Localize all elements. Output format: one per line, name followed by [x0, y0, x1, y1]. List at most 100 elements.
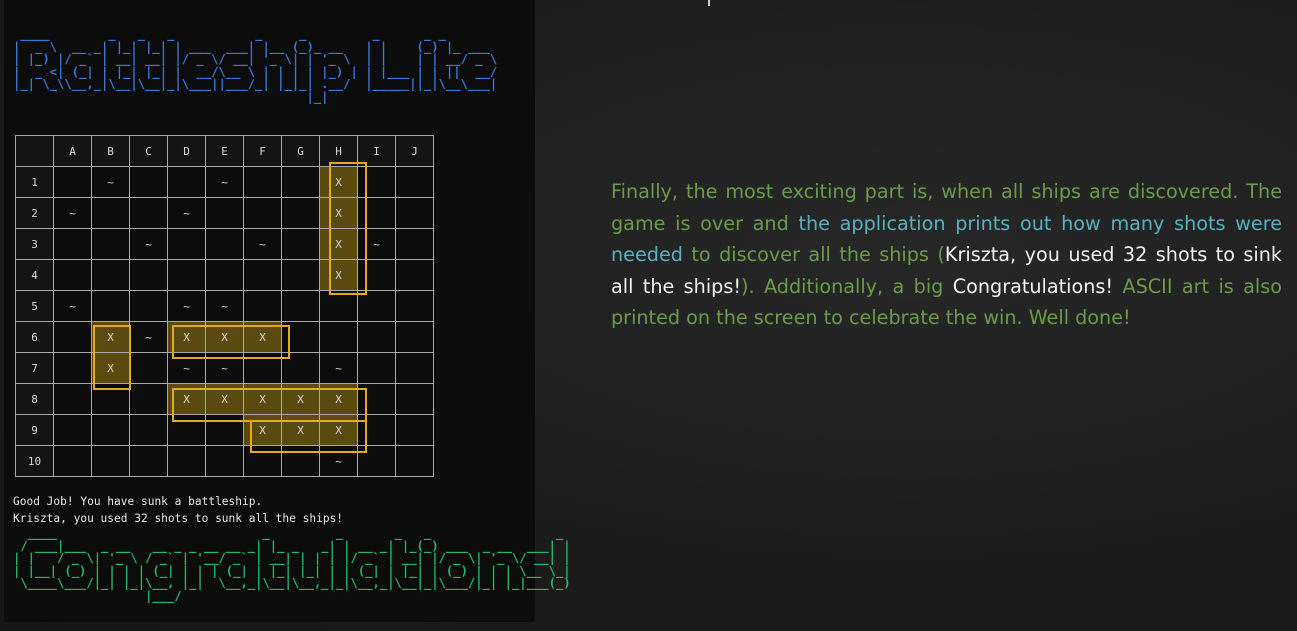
board-cell-hit: X [91, 352, 130, 384]
board-cell [357, 290, 396, 322]
board-cell [53, 445, 92, 477]
row-header: 10 [15, 445, 54, 477]
board-cell [129, 290, 168, 322]
board-cell [281, 445, 320, 477]
board-cell-hit: X [319, 197, 358, 229]
board-cell-miss: ~ [319, 445, 358, 477]
board-cell [205, 259, 244, 291]
board-cell-miss: ~ [53, 290, 92, 322]
board-cell [53, 166, 92, 198]
board-cell-miss: ~ [205, 352, 244, 384]
board-cell [129, 166, 168, 198]
board-cell [167, 259, 206, 291]
column-header: F [243, 135, 282, 167]
board-cell-hit: X [319, 228, 358, 260]
board-cell [91, 414, 130, 446]
board-cell [395, 228, 434, 260]
board-row: 6 X ~ X X X [15, 321, 434, 353]
board-cell [357, 321, 396, 353]
column-header: C [129, 135, 168, 167]
board-row: 9XXX [15, 414, 434, 446]
column-header: D [167, 135, 206, 167]
column-header: I [357, 135, 396, 167]
board-cell-miss: ~ [91, 166, 130, 198]
board-row: 10 ~ [15, 445, 434, 477]
board-cell-hit: X [319, 414, 358, 446]
board-cell [395, 352, 434, 384]
slide-title-fragment [708, 0, 710, 6]
congratulations-ascii-art: ____ _ _ _ _ _ / ___|___ _ __ __ _ _ __ … [13, 526, 571, 603]
board-cell [357, 166, 396, 198]
board-cell [395, 259, 434, 291]
board-cell [205, 445, 244, 477]
desc-part-5: ). Additionally, a big [741, 274, 953, 298]
row-header: 9 [15, 414, 54, 446]
board-cell [357, 414, 396, 446]
board-cell [281, 197, 320, 229]
board-cell [205, 228, 244, 260]
board-cell [281, 321, 320, 353]
row-header: 3 [15, 228, 54, 260]
board-cell [243, 166, 282, 198]
column-header: H [319, 135, 358, 167]
board-cell [357, 383, 396, 415]
board-cell [395, 166, 434, 198]
board-cell [281, 352, 320, 384]
board-cell [91, 445, 130, 477]
board-cell [395, 383, 434, 415]
board-cell-miss: ~ [167, 352, 206, 384]
board-cell [243, 445, 282, 477]
console-messages: Good Job! You have sunk a battleship. Kr… [13, 493, 343, 527]
board-cell [129, 383, 168, 415]
board-cell [91, 228, 130, 260]
board-cell [357, 197, 396, 229]
board-cell [167, 445, 206, 477]
desc-part-3: to discover all the ships ( [682, 243, 945, 267]
board-cell-miss: ~ [205, 166, 244, 198]
board-cell [357, 352, 396, 384]
board-cell-miss: ~ [319, 352, 358, 384]
board-cell [205, 197, 244, 229]
board-cell [53, 414, 92, 446]
board-cell-hit: X [319, 259, 358, 291]
row-header: 7 [15, 352, 54, 384]
board-cell-miss: ~ [205, 290, 244, 322]
board-cell [129, 259, 168, 291]
board-table: A B C D E F G H I J 1 ~ ~ X 2 ~ ~ X 3 ~ ~ X ~4 X 5 ~ ~ ~6 X ~ X X X 7 X ~ ~ ~… [15, 135, 434, 477]
board-cell [167, 228, 206, 260]
board-row: 8XXXXX [15, 383, 434, 415]
board-cell-hit: X [167, 383, 206, 415]
board-cell [395, 321, 434, 353]
board-cell-hit: X [243, 414, 282, 446]
row-header: 6 [15, 321, 54, 353]
board-cell-miss: ~ [357, 228, 396, 260]
board-cell-hit: X [91, 321, 130, 353]
board-cell [243, 352, 282, 384]
board-cell-hit: X [281, 383, 320, 415]
board-cell-miss: ~ [167, 197, 206, 229]
column-header: B [91, 135, 130, 167]
board-cell [357, 445, 396, 477]
board-row: 1 ~ ~ X [15, 166, 434, 198]
board-row: 2 ~ ~ X [15, 197, 434, 229]
message-sunk: Good Job! You have sunk a battleship. [13, 495, 263, 508]
board-cell-hit: X [205, 321, 244, 353]
board-cell [91, 383, 130, 415]
slide-description: Finally, the most exciting part is, when… [611, 176, 1282, 334]
row-header: 1 [15, 166, 54, 198]
board-cell-hit: X [319, 166, 358, 198]
board-cell [91, 290, 130, 322]
board-cell [53, 352, 92, 384]
board-cell-miss: ~ [167, 290, 206, 322]
board-cell [395, 445, 434, 477]
console-window: ____ _ _ _ _ _ _ _ _ | _ \ __ _| |_| |_|… [4, 0, 571, 622]
board-cell-miss: ~ [129, 321, 168, 353]
board-cell-hit: X [281, 414, 320, 446]
board-row: 4X [15, 259, 434, 291]
row-header: 2 [15, 197, 54, 229]
board-cell [281, 290, 320, 322]
board-cell [319, 290, 358, 322]
board-header-row: ABCDEFGHIJ [15, 135, 434, 167]
game-board: A B C D E F G H I J 1 ~ ~ X 2 ~ ~ X 3 ~ ~ X ~4 X 5 ~ ~ ~6 X ~ X X X 7 X ~ ~ ~… [15, 135, 434, 477]
board-cell-hit: X [243, 383, 282, 415]
